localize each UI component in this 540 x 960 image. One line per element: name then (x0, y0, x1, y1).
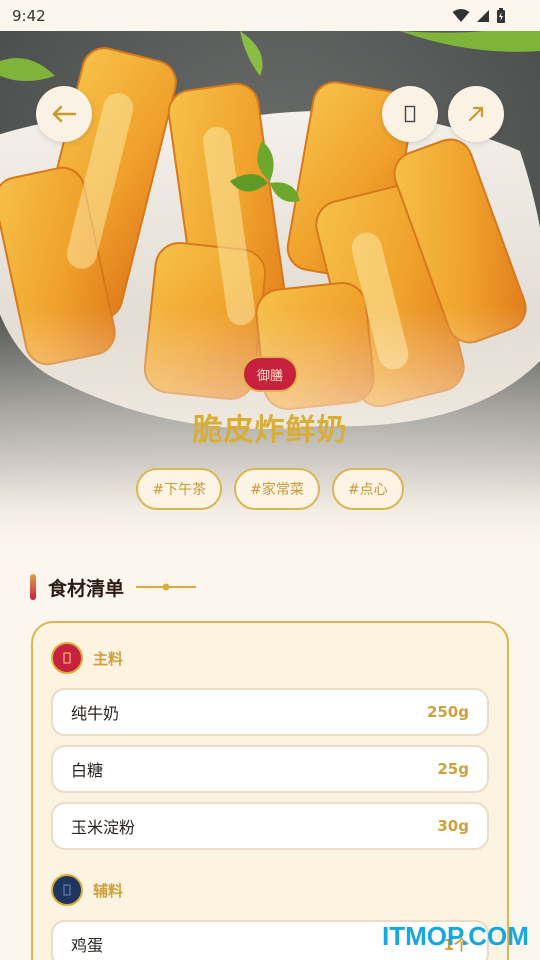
status-bar: 9:42 (0, 0, 540, 31)
tag-list: #下午茶 #家常菜 #点心 (0, 468, 540, 510)
secondary-ingredient-icon (51, 874, 83, 906)
ingredients-card: 主料 纯牛奶 250g 白糖 25g 玉米淀粉 30g 辅料 鸡蛋 1个 (31, 621, 509, 960)
ingredient-amount: 250g (426, 703, 469, 721)
status-time: 9:42 (12, 6, 46, 25)
main-ingredient-icon (51, 642, 83, 674)
ingredient-name: 鸡蛋 (71, 936, 104, 955)
tag-chip[interactable]: #下午茶 (136, 468, 223, 510)
group-label: 主料 (93, 649, 124, 668)
divider-ornament-icon (136, 583, 197, 591)
ingredient-row: 玉米淀粉 30g (51, 802, 489, 850)
dish-title: 脆皮炸鲜奶 (192, 413, 348, 448)
arrow-left-icon (52, 105, 77, 123)
recipe-detail-page: 9:42 御膳 脆皮炸鲜奶 #下午茶 #家常菜 #点心 食材清单 主料 纯牛奶 … (0, 0, 540, 960)
ingredient-row: 白糖 25g (51, 745, 489, 793)
section-title: 食材清单 (48, 577, 125, 600)
ingredient-amount: 30g (437, 817, 469, 835)
ingredients-section-header: 食材清单 (30, 574, 197, 600)
site-watermark: ITMOP.COM (382, 921, 529, 951)
group-header-secondary: 辅料 (51, 874, 123, 906)
battery-icon (497, 7, 505, 23)
group-header-main: 主料 (51, 642, 123, 674)
ingredient-amount: 25g (437, 760, 469, 778)
group-label: 辅料 (93, 881, 124, 900)
favorite-button[interactable] (382, 86, 438, 142)
tag-chip[interactable]: #点心 (331, 468, 404, 510)
signal-icon (477, 9, 489, 22)
section-accent-bar (30, 574, 36, 600)
back-button[interactable] (36, 86, 92, 142)
wifi-icon (452, 8, 470, 22)
share-button[interactable] (448, 86, 504, 142)
tag-chip[interactable]: #家常菜 (234, 468, 320, 510)
ingredient-row: 纯牛奶 250g (51, 688, 489, 736)
ingredient-name: 纯牛奶 (71, 704, 120, 723)
status-icons (452, 7, 506, 24)
imperial-badge: 御膳 (242, 356, 298, 392)
ingredient-name: 白糖 (71, 761, 104, 780)
bookmark-icon (404, 105, 416, 123)
arrow-up-right-icon (468, 106, 484, 122)
ingredient-name: 玉米淀粉 (71, 818, 136, 837)
